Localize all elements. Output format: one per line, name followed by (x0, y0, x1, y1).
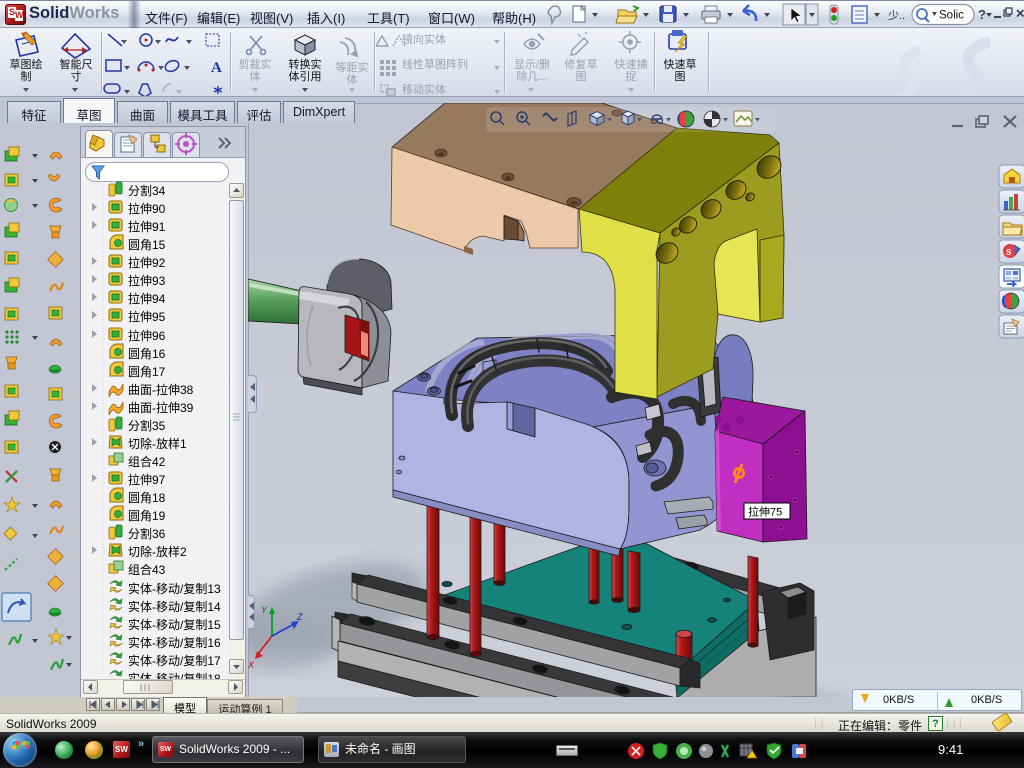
svg-text:Y: Y (261, 605, 268, 615)
svg-text:Z: Z (296, 612, 303, 622)
svg-text:Solic: Solic (939, 10, 964, 22)
svg-text:A: A (211, 60, 222, 76)
svg-text:?: ? (978, 7, 986, 22)
svg-text:X: X (248, 660, 255, 670)
svg-text:拉伸75: 拉伸75 (748, 505, 782, 519)
svg-text:少..: 少.. (888, 9, 905, 22)
svg-text:!: ! (755, 752, 757, 759)
svg-text:S: S (1006, 248, 1012, 257)
